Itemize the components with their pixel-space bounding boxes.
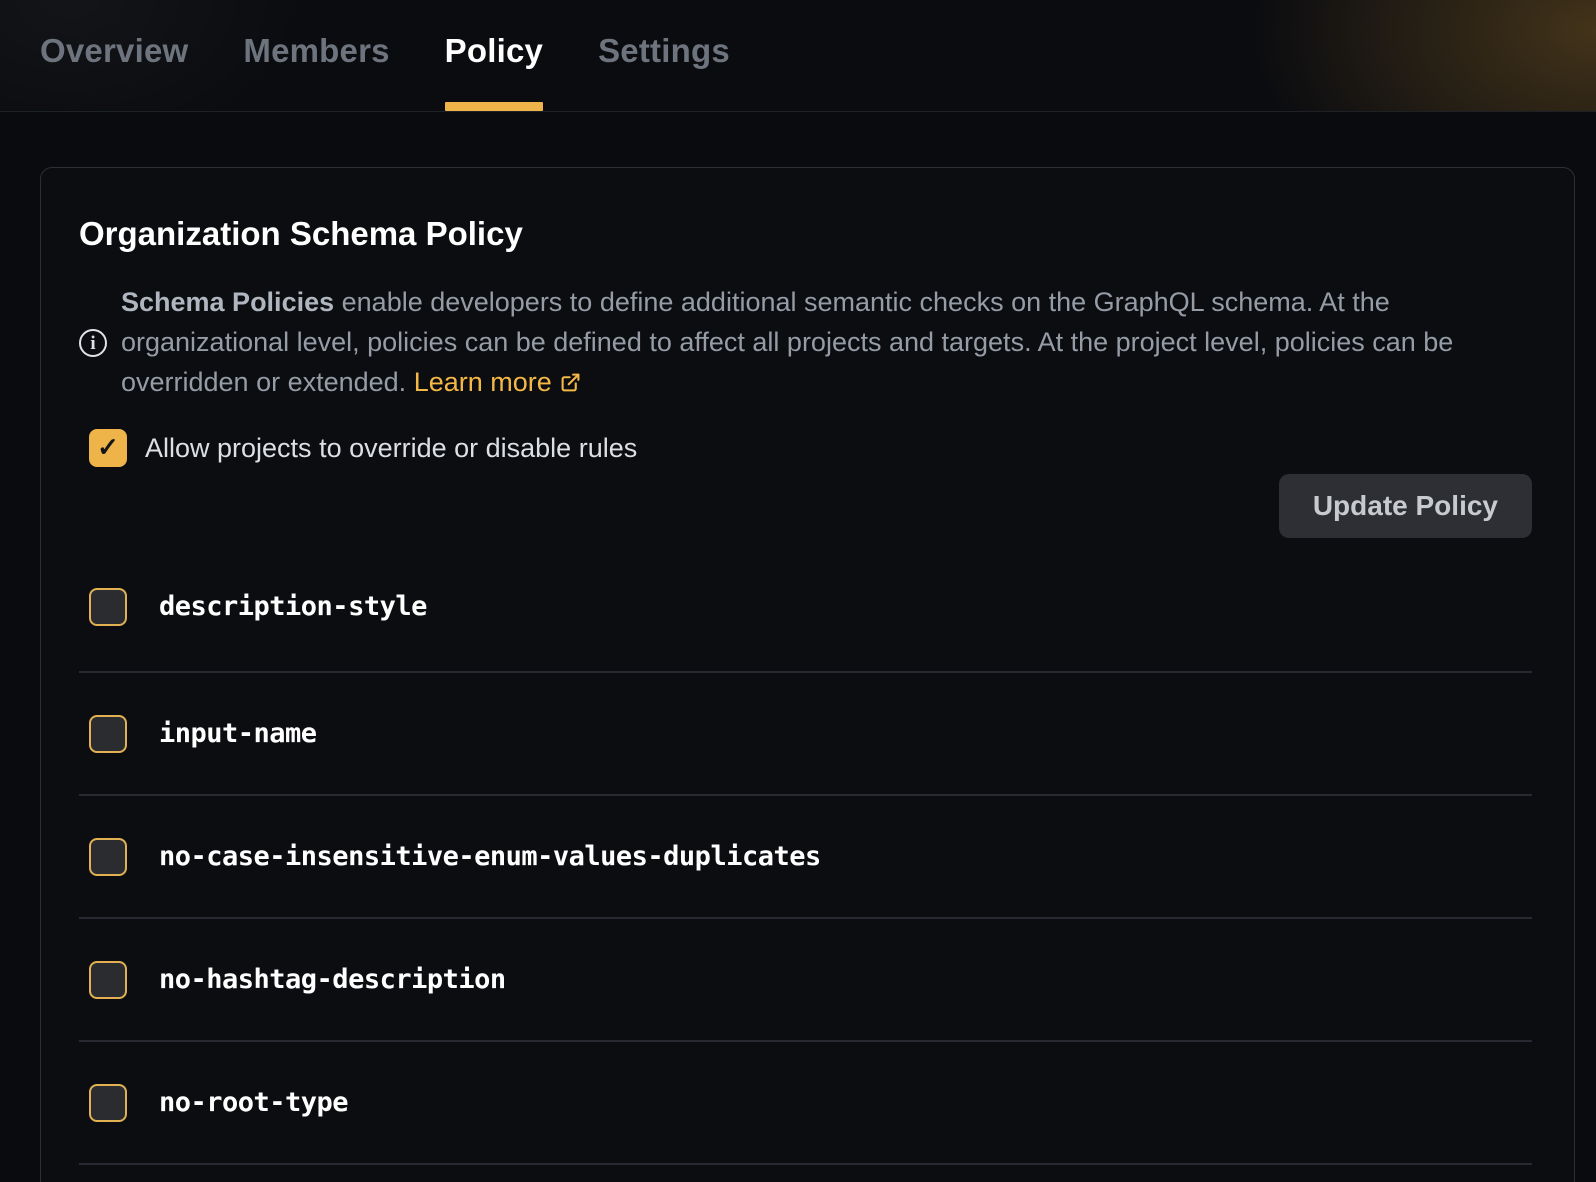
- tab-settings-label: Settings: [598, 32, 730, 70]
- tab-overview-label: Overview: [40, 32, 188, 70]
- schema-policy-card: Organization Schema Policy i Schema Poli…: [40, 167, 1575, 1182]
- rule-name: input-name: [159, 718, 317, 749]
- update-policy-button[interactable]: Update Policy: [1279, 474, 1532, 538]
- active-tab-indicator: [445, 102, 543, 111]
- tab-overview[interactable]: Overview: [40, 0, 188, 111]
- rule-checkbox-input-name[interactable]: [89, 715, 127, 753]
- checkmark-icon: ✓: [97, 434, 119, 460]
- rule-name: no-root-type: [159, 1087, 348, 1118]
- rule-name: no-hashtag-description: [159, 964, 506, 995]
- rule-row: description-style: [79, 542, 1532, 673]
- allow-override-checkbox[interactable]: ✓: [89, 429, 127, 467]
- rule-checkbox-no-hashtag-description[interactable]: [89, 961, 127, 999]
- rule-row: no-root-type: [79, 1042, 1532, 1165]
- rule-row: input-name: [79, 673, 1532, 796]
- allow-override-label: Allow projects to override or disable ru…: [145, 433, 637, 464]
- rule-name: no-case-insensitive-enum-values-duplicat…: [159, 841, 821, 872]
- policy-info-callout: i Schema Policies enable developers to d…: [79, 282, 1532, 404]
- page-title: Organization Schema Policy: [79, 214, 1532, 254]
- tab-members-label: Members: [243, 32, 389, 70]
- rule-row: no-case-insensitive-enum-values-duplicat…: [79, 796, 1532, 919]
- rule-checkbox-no-case-insensitive-enum-values-duplicates[interactable]: [89, 838, 127, 876]
- info-icon: i: [79, 329, 107, 357]
- button-row: Update Policy: [79, 474, 1532, 538]
- allow-override-row: ✓ Allow projects to override or disable …: [89, 428, 1532, 468]
- rule-checkbox-description-style[interactable]: [89, 588, 127, 626]
- learn-more-link[interactable]: Learn more: [414, 367, 552, 397]
- rule-name: description-style: [159, 591, 427, 622]
- tab-policy-label: Policy: [445, 32, 543, 70]
- tab-members[interactable]: Members: [243, 0, 389, 111]
- tab-policy[interactable]: Policy: [445, 0, 543, 111]
- rules-list: description-style input-name no-case-ins…: [79, 542, 1532, 1165]
- tab-settings[interactable]: Settings: [598, 0, 730, 111]
- rule-checkbox-no-root-type[interactable]: [89, 1084, 127, 1122]
- tab-bar: Overview Members Policy Settings: [0, 0, 1596, 112]
- policy-description: Schema Policies enable developers to def…: [121, 282, 1493, 404]
- rule-row: no-hashtag-description: [79, 919, 1532, 1042]
- policy-description-lead: Schema Policies: [121, 287, 334, 317]
- external-link-icon: [560, 364, 581, 404]
